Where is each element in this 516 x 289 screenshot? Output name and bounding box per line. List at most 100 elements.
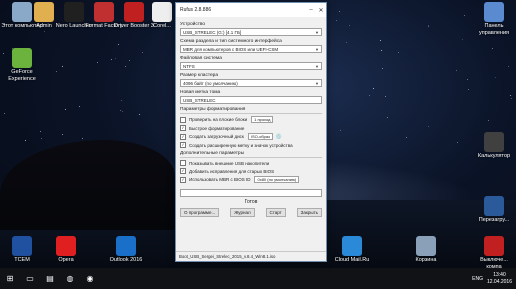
rufus-title: Rufus 2.8.886 [180, 7, 212, 13]
close-icon[interactable]: ✕ [316, 7, 326, 14]
desktop-icon-opera[interactable]: Opera [44, 236, 88, 264]
desktop-icon-outlook[interactable]: Outlook 2016 [104, 236, 148, 264]
star [467, 79, 468, 80]
fs-label: Файловая система [180, 56, 222, 61]
star [4, 113, 5, 114]
star [41, 138, 42, 139]
star [97, 62, 98, 63]
checkbox[interactable] [180, 160, 186, 166]
star [462, 39, 463, 40]
desktop-icon-cloud-mail[interactable]: Cloud Mail.Ru [330, 236, 374, 264]
star [65, 109, 66, 110]
rufus-window[interactable]: Rufus 2.8.886 – ✕ Устройство USB_STRELEC… [175, 2, 327, 262]
log-button[interactable]: Журнал [230, 208, 255, 217]
start-icon[interactable]: ⊞ [0, 268, 20, 289]
opt-bootable-label: Создать загрузочный диск [189, 134, 244, 139]
opt-rufus-mbr[interactable]: ✓ Использовать MBR с BIOS ID 0x80 (по ум… [180, 176, 322, 183]
star [468, 89, 469, 90]
opt-badblocks[interactable]: Проверить на плохие блоки 1 проход [180, 116, 322, 123]
desktop-icon-label: Панель управления [479, 23, 509, 36]
status-footer: Boot_USB_Sergei_Strelec_2015_v.8.4_Win8.… [176, 251, 326, 261]
device-value: USB_STRELEC (G:) [4.1 ГБ] [183, 29, 242, 35]
desktop-icon-geforce[interactable]: GeForce Experience [0, 48, 44, 82]
cluster-value: 4096 байт (по умолчанию) [183, 80, 238, 86]
device-label: Устройство [180, 22, 206, 27]
star [121, 100, 122, 101]
close-button[interactable]: Закрыть [296, 208, 322, 217]
start-button[interactable]: Старт [265, 208, 286, 217]
chevron-down-icon: ▼ [315, 29, 319, 35]
checkbox[interactable]: ✓ [180, 125, 186, 131]
fs-select[interactable]: NTFS ▼ [180, 62, 322, 70]
star [511, 98, 512, 99]
rufus-taskbar-icon[interactable]: ◉ [80, 268, 100, 289]
desktop-icon-opera-icon [56, 236, 76, 256]
star [406, 137, 407, 138]
opt-extended[interactable]: ✓ Создать расширенную метку и значок уст… [180, 142, 322, 148]
opt-extended-label: Создать расширенную метку и значок устро… [189, 142, 293, 148]
opt-old-bios[interactable]: ✓ Добавить исправления для старых BIOS [180, 168, 322, 174]
star [62, 134, 63, 135]
bios-id-select[interactable]: 0x80 (по умолчанию) [254, 176, 300, 183]
chevron-down-icon: ▼ [315, 80, 319, 86]
volume-input[interactable]: USB_STRELEC [180, 96, 322, 104]
desktop-icon-geforce-icon [12, 48, 32, 68]
desktop-icon-format-factory-icon [94, 2, 114, 22]
desktop-icon-recycle-bin-icon [416, 236, 436, 256]
desktop-icon-corel-icon [152, 2, 172, 22]
about-button[interactable]: О программе... [180, 208, 220, 217]
opt-old-bios-label: Добавить исправления для старых BIOS [189, 168, 275, 174]
desktop-icon-admin-icon [34, 2, 54, 22]
checkbox[interactable]: ✓ [180, 176, 186, 183]
desktop-icon-label: GeForce Experience [8, 69, 36, 82]
desktop-icon-label: Outlook 2016 [109, 257, 143, 263]
star [382, 68, 383, 69]
star [456, 70, 457, 71]
checkbox[interactable]: ✓ [180, 142, 186, 148]
progress-bar [180, 189, 322, 197]
desktop-icon-restart[interactable]: Перезагру... [472, 196, 516, 224]
desktop-icon-outlook-icon [116, 236, 136, 256]
star [510, 95, 511, 96]
opt-show-usb[interactable]: Показывать внешние USB накопители [180, 160, 322, 166]
rufus-titlebar[interactable]: Rufus 2.8.886 – ✕ [176, 3, 326, 17]
folder-icon[interactable]: ▤ [40, 268, 60, 289]
badblocks-pass-select[interactable]: 1 проход [251, 116, 274, 123]
opt-badblocks-label: Проверить на плохие блоки [189, 117, 248, 122]
desktop-icon-shutdown[interactable]: Выключе... компа [472, 236, 516, 270]
star [495, 77, 496, 78]
opt-quick[interactable]: ✓ Быстрое форматирование [180, 125, 322, 131]
bootable-type-select[interactable]: ISO-образ [247, 133, 273, 140]
opt-bootable[interactable]: ✓ Создать загрузочный диск ISO-образ 💿 [180, 133, 322, 140]
desktop-icon-label: Cloud Mail.Ru [334, 257, 370, 263]
star [129, 60, 130, 61]
star [139, 114, 140, 115]
desktop-icon-calculator[interactable]: Калькулятор [472, 132, 516, 160]
desktop-icon-tcem[interactable]: TCEM [0, 236, 44, 264]
desktop-icon-recycle-bin[interactable]: Корзина [404, 236, 448, 264]
device-select[interactable]: USB_STRELEC (G:) [4.1 ГБ] ▼ [180, 28, 322, 36]
lang-indicator[interactable]: ENG [472, 276, 483, 282]
checkbox[interactable] [180, 116, 186, 123]
status-text: Готов [244, 199, 258, 205]
partition-select[interactable]: MBR для компьютеров с BIOS или UEFI-CSM … [180, 45, 322, 53]
desktop-icon-nero-icon [64, 2, 84, 22]
star [40, 131, 41, 132]
checkbox[interactable]: ✓ [180, 133, 186, 140]
star [25, 140, 26, 141]
cluster-select[interactable]: 4096 байт (по умолчанию) ▼ [180, 79, 322, 87]
star [79, 106, 80, 107]
minimize-icon[interactable]: – [306, 7, 316, 13]
star [44, 31, 45, 32]
star [385, 96, 386, 97]
checkbox[interactable]: ✓ [180, 168, 186, 174]
browser-icon[interactable]: ◍ [60, 268, 80, 289]
star [380, 40, 381, 41]
desktop-icon-control-panel[interactable]: Панель управления [472, 2, 516, 36]
desktop-icon-label: Корзина [415, 257, 437, 263]
star [56, 71, 57, 72]
clock[interactable]: 13:40 12.04.2016 [487, 272, 512, 285]
task-view-icon[interactable]: ▭ [20, 268, 40, 289]
disc-icon[interactable]: 💿 [276, 134, 282, 140]
desktop-icon-control-panel-icon [484, 2, 504, 22]
